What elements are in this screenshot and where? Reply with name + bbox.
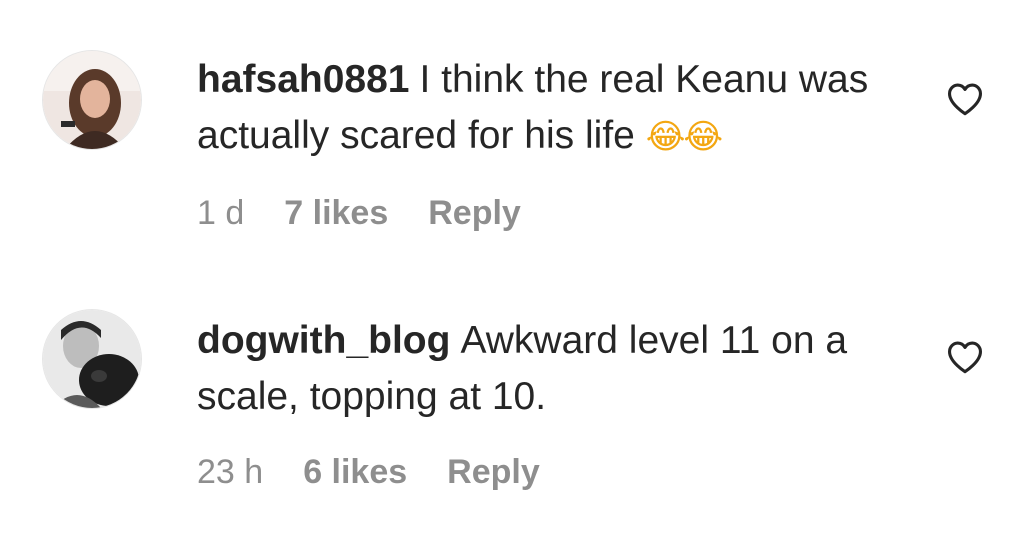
reply-button[interactable]: Reply bbox=[447, 453, 540, 491]
avatar[interactable] bbox=[43, 310, 141, 408]
comment-username[interactable]: hafsah0881 bbox=[197, 58, 409, 101]
heart-outline-icon bbox=[948, 83, 982, 116]
comment-username[interactable]: dogwith_blog bbox=[197, 319, 450, 362]
comment-body: hafsah0881 I think the real Keanu was act… bbox=[197, 52, 917, 165]
comment-item: dogwith_blog Awkward level 11 on a scale,… bbox=[0, 270, 1024, 554]
comment-timestamp[interactable]: 1 d bbox=[197, 194, 244, 232]
comment-likes[interactable]: 6 likes bbox=[303, 453, 407, 491]
comment-meta: 1 d 7 likes Reply bbox=[197, 194, 561, 233]
avatar-image bbox=[43, 51, 141, 149]
heart-outline-icon bbox=[948, 341, 982, 374]
avatar-image bbox=[43, 310, 141, 408]
comment-item: hafsah0881 I think the real Keanu was act… bbox=[0, 0, 1024, 270]
comment-likes[interactable]: 7 likes bbox=[284, 194, 388, 232]
comment-timestamp[interactable]: 23 h bbox=[197, 453, 263, 491]
like-button[interactable] bbox=[946, 82, 984, 116]
avatar[interactable] bbox=[43, 51, 141, 149]
reply-button[interactable]: Reply bbox=[428, 194, 521, 232]
like-button[interactable] bbox=[946, 340, 984, 374]
comment-body: dogwith_blog Awkward level 11 on a scale,… bbox=[197, 313, 917, 425]
comment-meta: 23 h 6 likes Reply bbox=[197, 453, 580, 492]
laughing-emoji: 😂😂 bbox=[645, 117, 723, 157]
